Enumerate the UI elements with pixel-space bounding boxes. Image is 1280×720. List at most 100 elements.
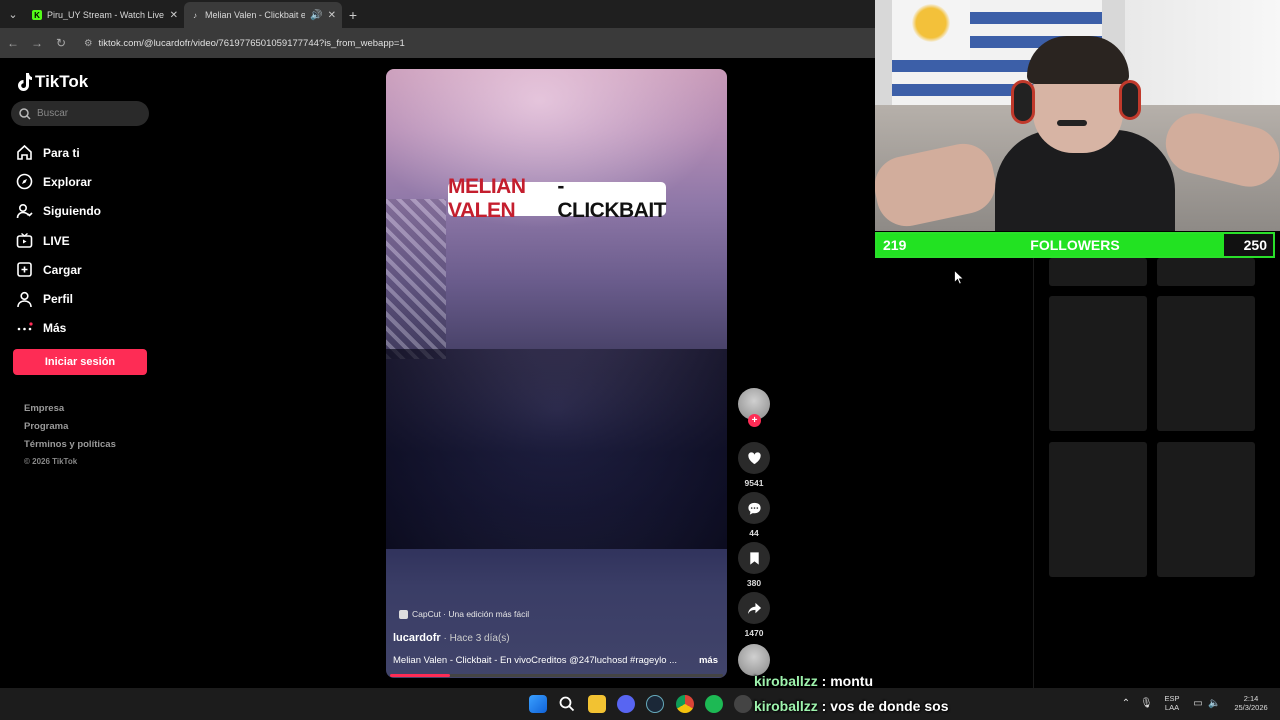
follow-plus-icon[interactable]: +: [748, 414, 761, 427]
more-link[interactable]: más: [699, 655, 718, 666]
tab-kick-stream[interactable]: K Piru_UY Stream - Watch Live on ✕: [26, 2, 184, 28]
back-arrow-icon[interactable]: ←: [6, 36, 20, 50]
recommended-thumbnail[interactable]: [1157, 258, 1255, 286]
taskbar-search-icon[interactable]: [558, 695, 576, 713]
sidebar-item-siguiendo[interactable]: Siguiendo: [16, 197, 101, 226]
author-name[interactable]: lucardofr: [393, 632, 441, 644]
url-field[interactable]: ⚙ tiktok.com/@lucardofr/video/76197765010…: [84, 38, 405, 49]
lang-bottom: LAA: [1164, 703, 1180, 712]
spotify-icon[interactable]: [705, 695, 723, 713]
chat-username: kiroballzz: [754, 673, 818, 689]
sidebar-item-explorar[interactable]: Explorar: [16, 167, 101, 196]
clock[interactable]: 2:14 25/3/2026: [1226, 688, 1276, 720]
steam-icon[interactable]: [646, 695, 664, 713]
share-action[interactable]: 1470: [737, 592, 771, 642]
description-text: Melian Valen - Clickbait - En vivoCredit…: [393, 655, 678, 666]
like-action[interactable]: 9541: [737, 442, 771, 492]
screen: ⌄ K Piru_UY Stream - Watch Live on ✕ ♪ M…: [0, 0, 1280, 720]
footer-link-empresa[interactable]: Empresa: [24, 403, 116, 421]
tab-tiktok-video[interactable]: ♪ Melian Valen - Clickbait en 🔊 ✕: [184, 2, 342, 28]
recommended-thumbnail[interactable]: [1049, 258, 1147, 286]
tab-search-chevron-icon[interactable]: ⌄: [0, 0, 26, 28]
sidebar-item-mas[interactable]: Más: [16, 314, 101, 343]
headset-right-cup: [1119, 80, 1141, 120]
streamer-hair: [1027, 36, 1129, 84]
mic-icon[interactable]: 🎙: [1140, 688, 1153, 720]
nav-label: Más: [43, 321, 67, 336]
crowd: [386, 349, 727, 549]
like-count: 9541: [744, 478, 764, 488]
stream-chat-overlay: kiroballzz : montu kiroballzz : vos de d…: [754, 671, 949, 720]
video-progress-fill: [390, 674, 450, 677]
login-button[interactable]: Iniciar sesión: [13, 349, 147, 375]
nav-label: Cargar: [43, 262, 82, 277]
reload-icon[interactable]: ↻: [54, 36, 68, 50]
sidebar-item-live[interactable]: LIVE: [16, 226, 101, 255]
pane-divider: [1033, 258, 1034, 688]
video-author-line: lucardofr · Hace 3 día(s): [393, 632, 510, 644]
forward-arrow-icon[interactable]: →: [30, 36, 44, 50]
search-placeholder: Buscar: [37, 108, 69, 119]
windows-taskbar: ⌃ 🎙 ESP LAA ▭ 🔈 2:14 25/3/2026: [0, 688, 1280, 720]
new-tab-button[interactable]: +: [342, 2, 364, 28]
clock-time: 2:14: [1243, 694, 1259, 703]
comment-action[interactable]: 44: [737, 492, 771, 542]
tab-close-icon[interactable]: ✕: [170, 10, 178, 21]
capcut-badge[interactable]: CapCut · Una edición más fácil: [399, 609, 529, 619]
tab-close-icon[interactable]: ✕: [328, 10, 336, 21]
followers-goal-bar: FOLLOWERS 219 250: [875, 232, 1275, 258]
webcam-overlay: [875, 0, 1280, 231]
profile-icon: [17, 291, 32, 307]
discord-icon[interactable]: [617, 695, 635, 713]
capcut-icon: [399, 609, 408, 619]
comment-icon: [747, 502, 761, 515]
tiktok-note-icon: [18, 73, 32, 91]
address-bar-row: ← → ↻ ⚙ tiktok.com/@lucardofr/video/76197…: [0, 28, 876, 58]
sidebar-item-cargar[interactable]: Cargar: [16, 255, 101, 284]
video-player[interactable]: MELIAN VALEN - CLICKBAIT CapCut · Una ed…: [386, 69, 727, 678]
footer-copyright: © 2026 TikTok: [24, 457, 78, 466]
site-info-icon[interactable]: ⚙: [84, 38, 93, 49]
video-actions: + 9541 44 380 1470: [737, 388, 771, 676]
heart-icon: [747, 451, 761, 464]
chat-text: : vos de donde sos: [817, 698, 949, 714]
overlay-title-song: - CLICKBAIT: [557, 175, 666, 222]
video-progress-bar[interactable]: [390, 674, 723, 677]
headset-mic: [1057, 120, 1087, 126]
mouse-cursor-icon: [954, 270, 964, 285]
tiktok-logo[interactable]: TikTok: [16, 72, 88, 92]
comment-count: 44: [749, 528, 759, 538]
recommended-thumbnail[interactable]: [1157, 296, 1255, 431]
tray-chevron-icon[interactable]: ⌃: [1120, 688, 1132, 720]
search-icon: [19, 107, 31, 120]
language-indicator[interactable]: ESP LAA: [1160, 688, 1184, 720]
chrome-icon[interactable]: [676, 695, 694, 713]
tiktok-sidebar: TikTok Buscar Para ti Explorar Siguiendo…: [0, 58, 160, 688]
sun-of-may-icon: [912, 4, 950, 42]
author-avatar[interactable]: +: [738, 388, 770, 427]
windows-start-icon[interactable]: [529, 695, 547, 713]
stage-wall: [386, 199, 446, 359]
network-icon[interactable]: ▭: [1192, 688, 1204, 720]
video-overlay-title: MELIAN VALEN - CLICKBAIT: [448, 175, 666, 222]
sidebar-item-perfil[interactable]: Perfil: [16, 284, 101, 313]
upload-icon: [17, 262, 32, 278]
kick-favicon-icon: K: [32, 10, 42, 20]
chat-text: : montu: [817, 673, 874, 689]
sidebar-nav: Para ti Explorar Siguiendo LIVE Cargar P…: [16, 138, 101, 343]
recommended-thumbnail[interactable]: [1157, 442, 1255, 577]
chat-message: kiroballzz : vos de donde sos: [754, 696, 949, 720]
logo-text: TikTok: [35, 72, 89, 91]
volume-icon[interactable]: 🔈: [1208, 688, 1220, 720]
recommended-thumbnail[interactable]: [1049, 442, 1147, 577]
file-explorer-icon[interactable]: [588, 695, 606, 713]
recommended-thumbnail[interactable]: [1049, 296, 1147, 431]
audio-playing-icon[interactable]: 🔊: [310, 10, 322, 21]
footer-link-programa[interactable]: Programa: [24, 421, 116, 439]
search-input[interactable]: Buscar: [11, 101, 149, 126]
app-icon[interactable]: [734, 695, 752, 713]
live-icon: [16, 232, 33, 248]
save-action[interactable]: 380: [737, 542, 771, 592]
sidebar-item-para-ti[interactable]: Para ti: [16, 138, 101, 167]
footer-link-terminos[interactable]: Términos y políticas: [24, 439, 116, 457]
